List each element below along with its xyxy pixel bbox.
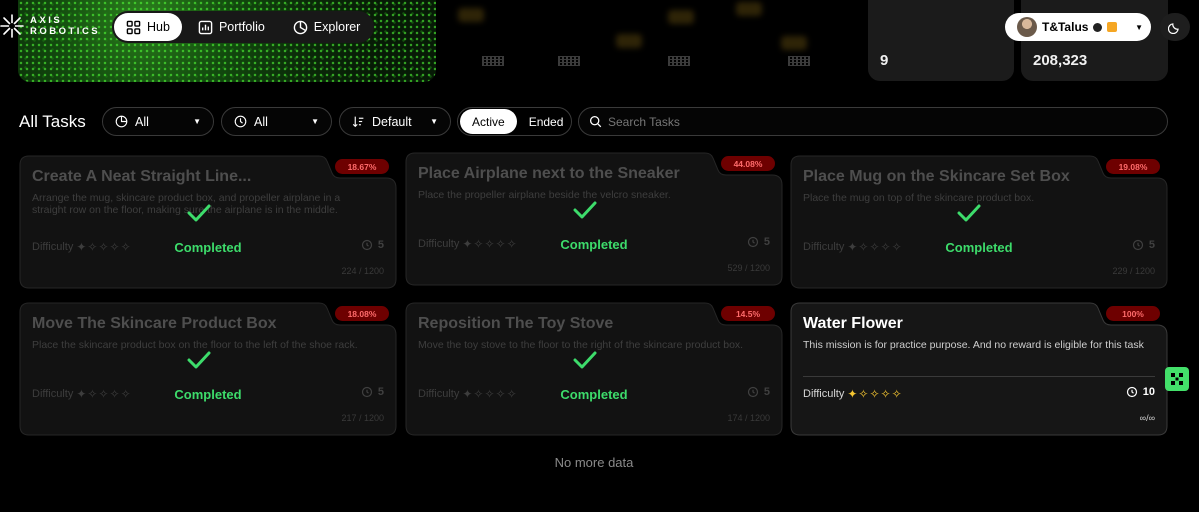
task-title: Water Flower [803,315,903,332]
percent-badge: 14.5% [721,306,775,321]
chevron-down-icon: ▼ [193,117,201,126]
task-title: Place Mug on the Skincare Set Box [803,168,1070,185]
sort-icon [352,116,364,128]
badge-icon [1107,22,1118,32]
search-icon [589,115,602,128]
completed-status: Completed [945,240,1013,255]
task-description: Place the skincare product box on the fl… [32,339,358,351]
chart-icon [198,20,213,34]
nav-hub-label: Hub [147,20,170,34]
sort-value: Default [372,114,412,129]
percent-badge: 18.67% [335,159,389,174]
completed-status: Completed [174,387,242,402]
task-progress: 529 / 1200 [727,263,770,273]
logo[interactable]: AXIS ROBOTICS [0,14,100,38]
percent-badge: 19.08% [1106,159,1160,174]
task-card[interactable]: 44.08% Place Airplane next to the Sneake… [405,152,783,286]
task-progress: 217 / 1200 [341,413,384,423]
task-card[interactable]: 18.67% Create A Neat Straight Line... Ar… [19,155,397,289]
axis-logo-icon [0,14,24,38]
completed-status: Completed [174,240,242,255]
floating-widget-button[interactable] [1165,367,1189,391]
task-progress: 174 / 1200 [727,413,770,423]
time-value: 10 [1142,386,1155,398]
nav-explorer-label: Explorer [313,20,361,34]
stat-card: 9 [868,0,1014,81]
avatar [1017,17,1037,37]
main-nav: Hub Portfolio Explorer [112,11,375,43]
nav-explorer[interactable]: Explorer [281,13,373,41]
task-progress: 229 / 1200 [1112,266,1155,276]
category-dropdown[interactable]: All ▼ [102,107,214,136]
search-bar [578,107,1168,136]
page-title: All Tasks [19,112,86,131]
info-icon [1093,22,1103,32]
task-description: Move the toy stove to the floor to the r… [418,339,744,351]
moon-icon [1168,23,1179,34]
task-card[interactable]: 18.08% Move The Skincare Product Box Pla… [19,302,397,436]
task-title: Reposition The Toy Stove [418,315,614,332]
clock-icon [234,115,247,128]
task-progress: ∞/∞ [1139,413,1155,423]
chevron-down-icon: ▼ [311,117,319,126]
completed-status: Completed [560,387,628,402]
time-dropdown[interactable]: All ▼ [221,107,332,136]
checkmark-icon [573,351,597,369]
time-value: All [254,114,268,129]
task-description: Place the mug on top of the skincare pro… [803,192,1035,204]
checkmark-icon [187,351,211,369]
user-menu[interactable]: T&Talus ▼ [1005,13,1151,41]
task-title: Place Airplane next to the Sneaker [418,165,680,182]
no-more-data: No more data [554,455,634,470]
brand-line-1: AXIS [30,15,63,26]
task-card[interactable]: 100% Water Flower This mission is for pr… [790,302,1168,436]
category-icon [115,115,128,128]
category-value: All [135,114,149,129]
chevron-down-icon: ▼ [1135,22,1143,32]
task-title: Create A Neat Straight Line... [32,168,252,185]
checkmark-icon [573,201,597,219]
tab-ended[interactable]: Ended [517,109,576,134]
brand-line-2: ROBOTICS [30,26,101,37]
percent-badge: 44.08% [721,156,775,171]
difficulty-stars-icon: ✦✧✧✧✧ [847,387,903,401]
difficulty-label: Difficulty [803,388,845,400]
chevron-down-icon: ▼ [430,117,438,126]
stat-value: 9 [880,52,889,69]
nav-hub[interactable]: Hub [114,13,182,41]
stat-value: 208,323 [1033,52,1088,69]
qr-icon [1171,373,1183,385]
task-card[interactable]: 19.08% Place Mug on the Skincare Set Box… [790,155,1168,289]
status-toggle: Active Ended [457,107,572,136]
compass-icon [293,20,308,34]
card-divider [803,376,1155,377]
theme-toggle-button[interactable] [1160,13,1190,41]
percent-badge: 100% [1106,306,1160,321]
checkmark-icon [957,204,981,222]
task-title: Move The Skincare Product Box [32,315,277,332]
nav-portfolio[interactable]: Portfolio [186,13,277,41]
percent-badge: 18.08% [335,306,389,321]
task-card[interactable]: 14.5% Reposition The Toy Stove Move the … [405,302,783,436]
timer-icon [1126,386,1137,398]
tab-active[interactable]: Active [460,109,517,134]
task-description: Place the propeller airplane beside the … [418,189,671,201]
checkmark-icon [187,204,211,222]
difficulty: Difficulty ✦✧✧✧✧ [803,387,903,401]
grid-icon [126,20,141,34]
time-estimate: 10 [1126,386,1155,398]
task-progress: 224 / 1200 [341,266,384,276]
search-input[interactable] [608,114,1157,129]
nav-portfolio-label: Portfolio [218,20,265,34]
task-description: This mission is for practice purpose. An… [803,339,1144,351]
completed-status: Completed [560,237,628,252]
username: T&Talus [1042,20,1089,34]
banner-backdrop [436,0,866,85]
sort-dropdown[interactable]: Default ▼ [339,107,451,136]
